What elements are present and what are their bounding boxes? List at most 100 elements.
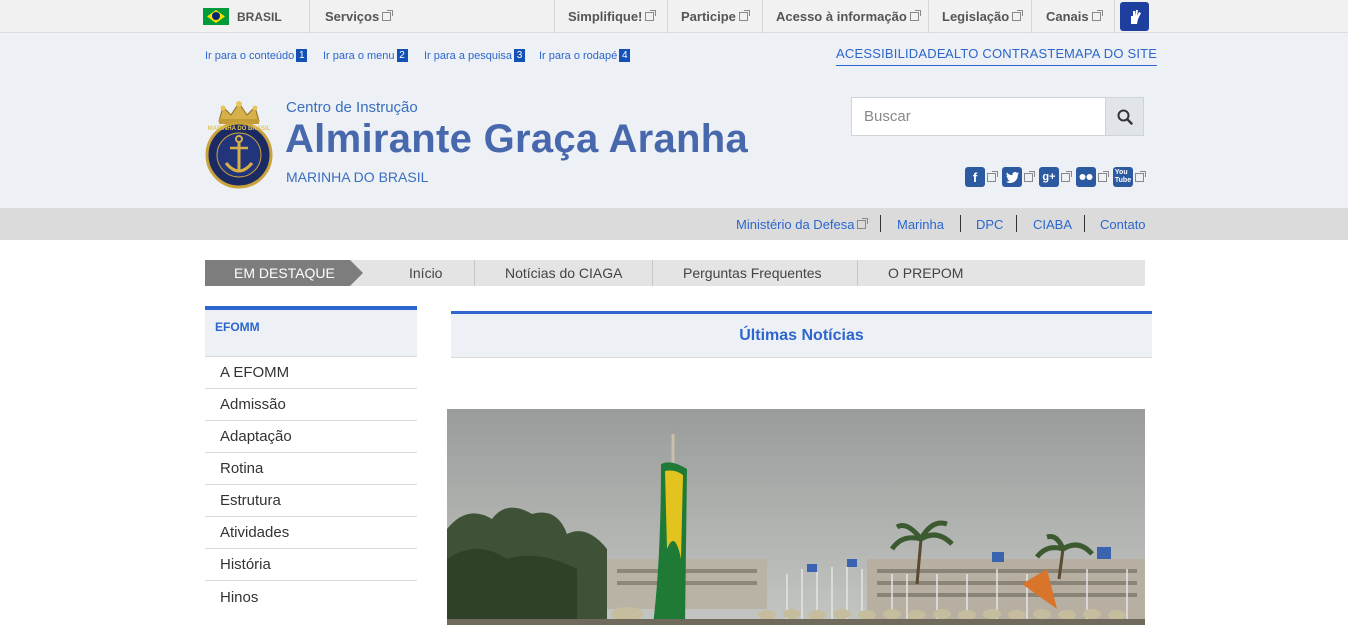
- flickr-icon: [1076, 167, 1096, 187]
- divider: [960, 215, 961, 232]
- participe-link[interactable]: Participe: [681, 0, 750, 33]
- acesso-informacao-link[interactable]: Acesso à informação: [776, 0, 921, 33]
- skip-to-menu-link[interactable]: Ir para o menu 2: [323, 48, 408, 63]
- divider: [1016, 215, 1017, 232]
- flickr-link[interactable]: [1076, 167, 1109, 187]
- divider: [857, 260, 858, 286]
- youtube-link[interactable]: You Tube: [1113, 167, 1146, 187]
- secondary-links-bar: Ministério da Defesa Marinha DPC CIABA C…: [0, 208, 1348, 240]
- logo-text: MARINHA DO BRASIL: [208, 126, 271, 132]
- participe-label: Participe: [681, 9, 736, 24]
- sidebar-item-admissao[interactable]: Admissão: [205, 389, 417, 421]
- twitter-icon: [1002, 167, 1022, 187]
- sidebar-item-estrutura[interactable]: Estrutura: [205, 485, 417, 517]
- sidebar-item-a-efomm[interactable]: A EFOMM: [205, 357, 417, 389]
- nav-inicio[interactable]: Início: [409, 260, 442, 286]
- youtube-icon: You Tube: [1113, 167, 1133, 187]
- mapa-do-site-link[interactable]: MAPA DO SITE: [1064, 46, 1158, 66]
- marinha-link[interactable]: Marinha: [897, 208, 944, 240]
- skip-label: Ir para o conteúdo: [205, 49, 295, 62]
- search-input[interactable]: [852, 98, 1106, 135]
- simplifique-link[interactable]: Simplifique!: [568, 0, 657, 33]
- external-link-icon: [909, 10, 921, 21]
- news-photo[interactable]: [447, 409, 1145, 625]
- ministerio-defesa-label: Ministério da Defesa: [736, 216, 855, 232]
- external-link-icon: [645, 10, 657, 21]
- legislacao-link[interactable]: Legislação: [942, 0, 1024, 33]
- servicos-link[interactable]: Serviços: [325, 0, 394, 33]
- divider: [1114, 0, 1115, 33]
- canais-label: Canais: [1046, 9, 1089, 24]
- skip-key: 4: [619, 49, 631, 62]
- sidebar-item-historia[interactable]: História: [205, 549, 417, 581]
- skip-label: Ir para o rodapé: [539, 49, 618, 62]
- dpc-link[interactable]: DPC: [976, 208, 1003, 240]
- alto-contraste-link[interactable]: ALTO CONTRASTE: [945, 46, 1065, 66]
- legislacao-label: Legislação: [942, 9, 1010, 24]
- sidebar-item-adaptacao[interactable]: Adaptação: [205, 421, 417, 453]
- divider: [928, 0, 929, 33]
- facebook-icon: f: [965, 167, 985, 187]
- external-link-icon: [1024, 170, 1035, 182]
- skip-key: 2: [396, 49, 408, 62]
- site-subtitle: MARINHA DO BRASIL: [286, 169, 429, 185]
- twitter-link[interactable]: [1002, 167, 1035, 187]
- contato-link[interactable]: Contato: [1100, 208, 1146, 240]
- brasil-label: BRASIL: [237, 9, 282, 24]
- sidebar-heading: EFOMM: [205, 306, 417, 357]
- sidebar-item-hinos[interactable]: Hinos: [205, 581, 417, 613]
- nav-perguntas-frequentes[interactable]: Perguntas Frequentes: [683, 260, 822, 286]
- facebook-link[interactable]: f: [965, 167, 998, 187]
- divider: [1031, 0, 1032, 33]
- ministerio-defesa-link[interactable]: Ministério da Defesa: [736, 208, 868, 240]
- canais-link[interactable]: Canais: [1046, 0, 1103, 33]
- skip-to-footer-link[interactable]: Ir para o rodapé 4: [539, 48, 631, 63]
- gov-top-bar: BRASIL Serviços Simplifique! Participe A…: [0, 0, 1348, 33]
- google-plus-icon: g+: [1039, 167, 1059, 187]
- external-link-icon: [1061, 170, 1072, 182]
- divider: [652, 260, 653, 286]
- site-pretitle: Centro de Instrução: [286, 99, 418, 116]
- brazil-flag-icon: [203, 8, 229, 25]
- sidebar-item-rotina[interactable]: Rotina: [205, 453, 417, 485]
- nav-o-prepom[interactable]: O PREPOM: [888, 260, 963, 286]
- divider: [762, 0, 763, 33]
- divider: [554, 0, 555, 33]
- external-link-icon: [1098, 170, 1109, 182]
- google-plus-link[interactable]: g+: [1039, 167, 1072, 187]
- divider: [1084, 215, 1085, 232]
- skip-label: Ir para a pesquisa: [424, 49, 513, 62]
- external-link-icon: [738, 10, 750, 21]
- search-box: [851, 97, 1144, 136]
- skip-to-search-link[interactable]: Ir para a pesquisa 3: [424, 48, 526, 63]
- acessibilidade-link[interactable]: ACESSIBILIDADE: [836, 46, 946, 66]
- divider: [309, 0, 310, 33]
- nav-noticias-ciaga[interactable]: Notícias do CIAGA: [505, 260, 623, 286]
- ciaba-link[interactable]: CIABA: [1033, 208, 1072, 240]
- search-button[interactable]: [1105, 98, 1143, 135]
- marinha-emblem-logo[interactable]: MARINHA DO BRASIL: [205, 99, 273, 191]
- divider: [667, 0, 668, 33]
- search-icon: [1117, 109, 1133, 125]
- em-destaque-label: EM DESTAQUE: [205, 260, 363, 286]
- site-title[interactable]: Almirante Graça Aranha: [285, 117, 748, 162]
- sidebar-menu: EFOMM A EFOMM Admissão Adaptação Rotina …: [205, 306, 417, 613]
- divider: [880, 215, 881, 232]
- brasil-link[interactable]: BRASIL: [203, 0, 282, 33]
- vlibras-hand-icon[interactable]: [1120, 2, 1149, 31]
- external-link-icon: [1091, 10, 1103, 21]
- skip-key: 1: [296, 49, 308, 62]
- external-link-icon: [1135, 170, 1146, 182]
- skip-to-content-link[interactable]: Ir para o conteúdo 1: [205, 48, 308, 63]
- skip-label: Ir para o menu: [323, 49, 395, 62]
- divider: [474, 260, 475, 286]
- latest-news-heading: Últimas Notícias: [451, 311, 1152, 358]
- site-header: Ir para o conteúdo 1 Ir para o menu 2 Ir p…: [0, 33, 1348, 208]
- external-link-icon: [382, 10, 394, 21]
- servicos-label: Serviços: [325, 9, 380, 24]
- sidebar-item-atividades[interactable]: Atividades: [205, 517, 417, 549]
- external-link-icon: [856, 217, 868, 229]
- external-link-icon: [1012, 10, 1024, 21]
- simplifique-label: Simplifique!: [568, 9, 643, 24]
- acesso-informacao-label: Acesso à informação: [776, 9, 907, 24]
